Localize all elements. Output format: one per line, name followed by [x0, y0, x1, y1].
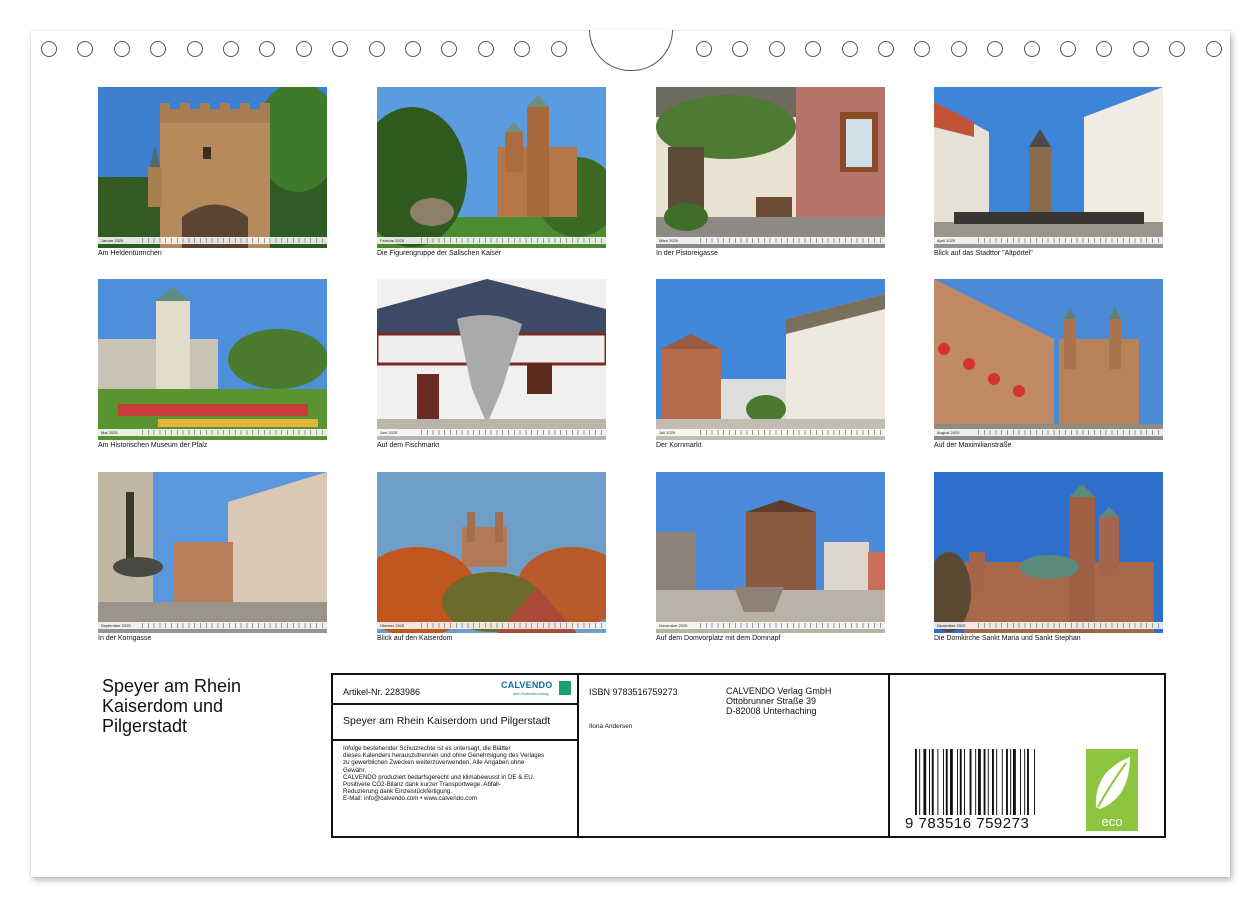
binding-ring [295, 41, 312, 57]
address-line: Ottobrunner Straße 39 [726, 696, 817, 706]
month-photo-august: August 2025 [934, 279, 1163, 440]
month-photo-june: Juni 2025 [377, 279, 606, 440]
binding-ring [768, 41, 785, 57]
divider [888, 675, 890, 836]
photo-caption: Auf dem Domvorplatz mit dem Domnapf [656, 635, 781, 642]
binding-ring [1132, 41, 1149, 57]
isbn: ISBN 9783516759273 [589, 687, 678, 697]
month-label: August 2025 [937, 430, 960, 435]
legal-notice: Infolge bestehender Schutzrechte ist es … [343, 745, 578, 803]
binding-ring [186, 41, 203, 57]
binding-ring [368, 41, 385, 57]
legal-line: Positivere CO2-Bilanz dank kurzer Transp… [343, 781, 501, 789]
photo-caption: Auf der Maximilianstraße [934, 442, 1012, 449]
legal-line: zu gewerblichen Zwecken weiterzuverwende… [343, 759, 525, 767]
barcode-number: 9 783516 759273 [905, 815, 1030, 832]
photo-caption: Auf dem Fischmarkt [377, 442, 440, 449]
divider [333, 739, 579, 741]
address-line: CALVENDO Verlag GmbH [726, 686, 832, 696]
month-label: September 2025 [101, 623, 131, 628]
binding-ring [113, 41, 130, 57]
calendar-title-line: Pilgerstadt [102, 716, 188, 736]
photo-caption: Blick auf das Stadttor "Altpörtel" [934, 250, 1033, 257]
barcode [915, 749, 1035, 815]
publisher-info-box: Artikel-Nr. 2283986 CALVENDO dein Kalend… [331, 673, 1166, 838]
article-number: Artikel-Nr. 2283986 [343, 687, 421, 697]
month-label: Januar 2025 [101, 238, 124, 243]
month-photo-february: Februar 2025 [377, 87, 606, 248]
binding-ring [405, 41, 421, 57]
month-photo-september: September 2025 [98, 472, 327, 633]
photo-caption: In der Korngasse [98, 635, 152, 642]
logo-word: CALVENDO [501, 680, 553, 690]
month-photo-october: Oktober 2025 [377, 472, 606, 633]
photo-caption: Am Heldentürmchen [98, 250, 162, 257]
eco-leaf-icon: eco [1086, 749, 1138, 831]
calendar-title: Speyer am Rhein Kaiserdom und Pilgerstad… [102, 676, 302, 736]
author-name: Ilona Andersen [589, 723, 633, 730]
calendar-title-line: Kaiserdom und [102, 696, 224, 716]
divider [333, 703, 579, 705]
month-photo-may: Mai 2025 [98, 279, 327, 440]
month-label: November 2025 [659, 623, 688, 628]
month-photo-july: Juli 2025 [656, 279, 885, 440]
binding-ring [41, 41, 57, 57]
calendar-title-line: Speyer am Rhein [102, 676, 242, 696]
month-label: April 2025 [937, 238, 956, 243]
month-label: Oktober 2025 [380, 623, 405, 628]
month-label: März 2025 [659, 238, 678, 243]
photo-caption: Blick auf den Kaiserdom [377, 635, 453, 642]
month-photo-november: November 2025 [656, 472, 885, 633]
product-title: Speyer am Rhein Kaiserdom und Pilgerstad… [343, 715, 551, 727]
eco-label: eco [1102, 814, 1123, 829]
legal-line: CALVENDO produziert bedarfsgerecht und k… [343, 773, 535, 781]
binding-ring [1023, 41, 1040, 57]
binding-ring [878, 41, 894, 57]
month-photo-january: Januar 2025 [98, 87, 327, 248]
month-label: Mai 2025 [101, 430, 118, 435]
binding-ring [841, 41, 858, 57]
photo-caption: Die Domkirche Sankt Maria und Sankt Step… [934, 635, 1081, 642]
binding-ring [696, 41, 712, 57]
binding-ring [1205, 41, 1222, 57]
legal-line: Reduzierung dank Einzelstückfertigung. [343, 788, 453, 796]
binding-ring [550, 41, 567, 57]
logo-mark-icon [559, 681, 571, 695]
legal-line: Infolge bestehender Schutzrechte ist es … [343, 745, 511, 752]
photo-caption: In der Pistoreigasse [656, 250, 718, 257]
logo-subtitle: dein Kalenderverlag [513, 691, 549, 696]
address-line: D-82008 Unterhaching [726, 706, 817, 716]
photo-caption: Der Kornmarkt [656, 442, 702, 449]
legal-line: dieses Kalenders herauszutrennen und ohn… [343, 752, 545, 760]
legal-line: Gewähr. [343, 766, 367, 774]
publisher-address: CALVENDO Verlag GmbH Ottobrunner Straße … [726, 686, 831, 716]
month-label: Dezember 2025 [937, 623, 966, 628]
binding-ring [950, 41, 967, 57]
month-photo-april: April 2025 [934, 87, 1163, 248]
month-label: Juli 2025 [659, 430, 676, 435]
month-photo-december: Dezember 2025 [934, 472, 1163, 633]
binding-ring [223, 41, 239, 57]
legal-line: E-Mail: info@calvendo.com • www.calvendo… [343, 795, 477, 803]
month-photo-march: März 2025 [656, 87, 885, 248]
binding-ring [1060, 41, 1076, 57]
binding-ring [477, 41, 494, 57]
month-label: Juni 2025 [380, 430, 398, 435]
photo-caption: Die Figurengruppe der Salischen Kaiser [377, 250, 502, 257]
month-label: Februar 2025 [380, 238, 405, 243]
photo-caption: Am Historischen Museum der Pfalz [98, 442, 208, 449]
calvendo-logo: CALVENDO dein Kalenderverlag [501, 679, 571, 699]
